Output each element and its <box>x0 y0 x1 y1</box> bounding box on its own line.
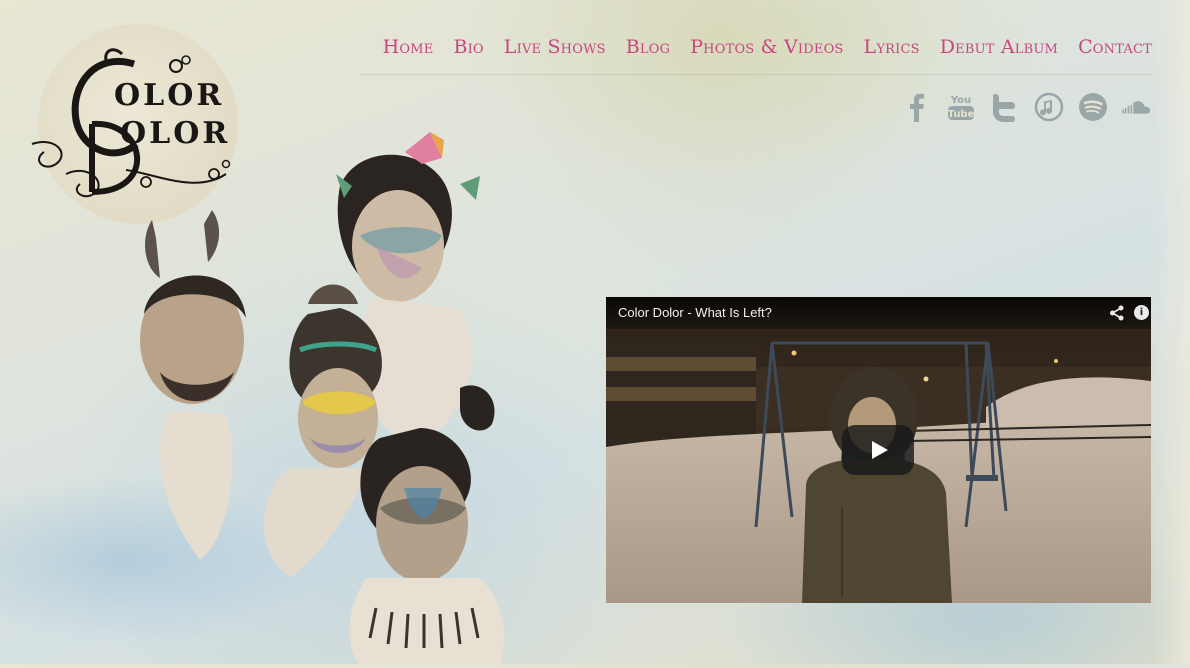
video-title[interactable]: Color Dolor - What Is Left? <box>618 305 772 320</box>
share-icon[interactable] <box>1109 305 1125 321</box>
svg-text:Tube: Tube <box>948 109 975 120</box>
spotify-icon[interactable] <box>1078 90 1108 124</box>
nav-lyrics[interactable]: Lyrics <box>864 36 920 58</box>
info-icon[interactable]: i <box>1134 305 1149 320</box>
itunes-icon[interactable] <box>1034 90 1064 124</box>
nav-debut-album[interactable]: Debut Album <box>940 36 1058 58</box>
twitter-icon[interactable] <box>990 90 1020 124</box>
nav-photos-videos[interactable]: Photos & Videos <box>690 36 843 58</box>
nav-divider <box>360 74 1152 75</box>
play-button[interactable] <box>842 425 914 475</box>
video-player[interactable]: Color Dolor - What Is Left? i <box>606 297 1151 603</box>
facebook-icon[interactable] <box>902 90 932 124</box>
soundcloud-icon[interactable] <box>1122 90 1152 124</box>
nav-live-shows[interactable]: Live Shows <box>504 36 606 58</box>
logo-line-1: OLOR <box>114 78 225 113</box>
page-edge <box>1154 0 1190 664</box>
band-illustration <box>130 128 560 664</box>
nav-contact[interactable]: Contact <box>1078 36 1152 58</box>
youtube-icon[interactable]: You Tube <box>946 90 976 124</box>
svg-text:You: You <box>950 95 971 106</box>
nav-bio[interactable]: Bio <box>453 36 483 58</box>
nav-blog[interactable]: Blog <box>626 36 670 58</box>
main-nav: Home Bio Live Shows Blog Photos & Videos… <box>383 36 1152 58</box>
social-links: You Tube <box>902 90 1152 124</box>
nav-home[interactable]: Home <box>383 36 434 58</box>
